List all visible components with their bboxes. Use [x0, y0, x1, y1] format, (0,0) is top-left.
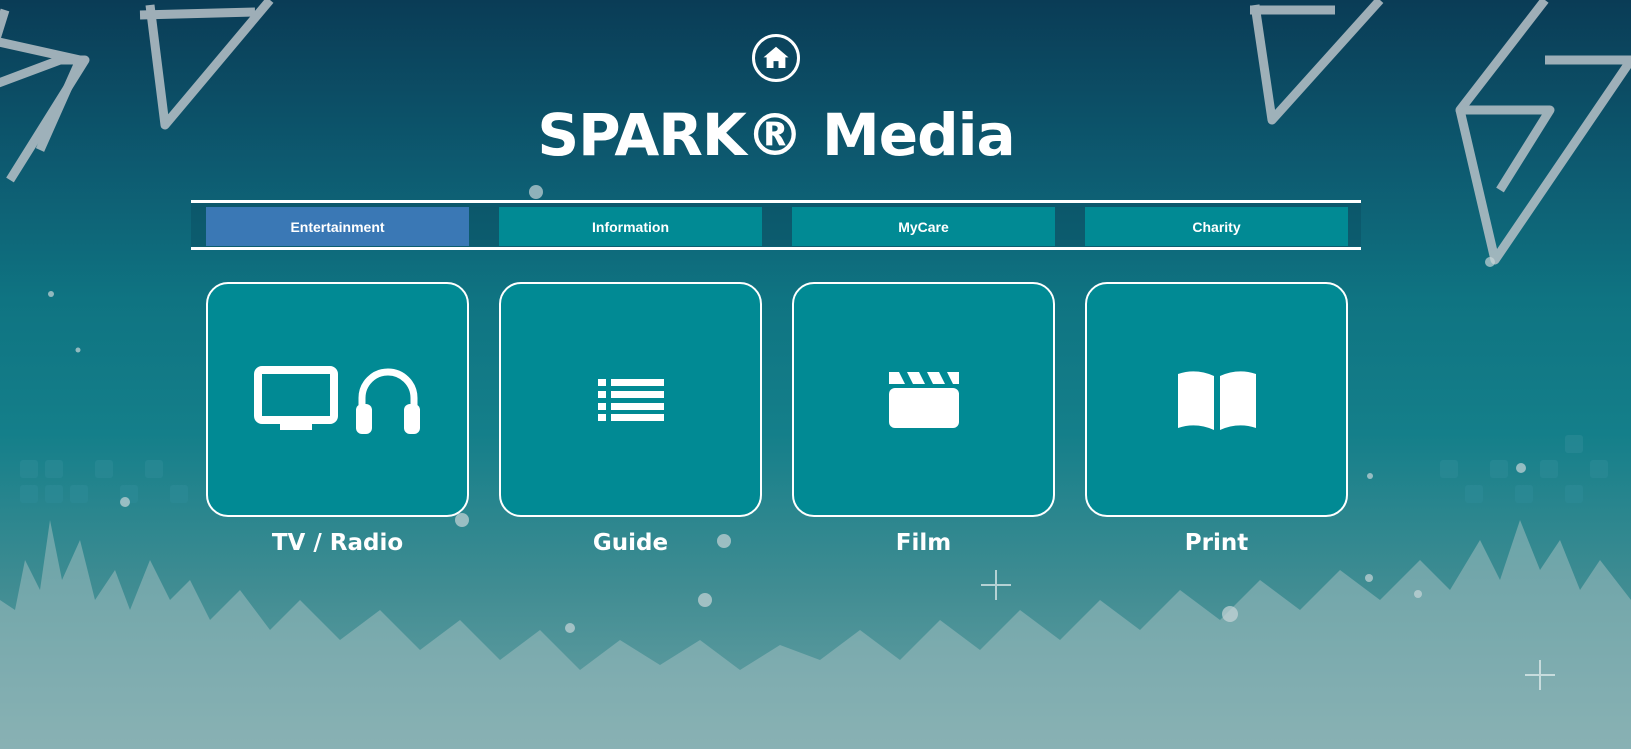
- tile-guide[interactable]: [499, 282, 762, 517]
- tile-label-tv-radio[interactable]: TV / Radio: [206, 530, 469, 556]
- home-button[interactable]: [752, 34, 800, 82]
- tile-tv-radio[interactable]: [206, 282, 469, 517]
- tab-charity[interactable]: Charity: [1085, 207, 1348, 246]
- page-title: SPARK® Media: [537, 101, 1015, 169]
- tab-mycare[interactable]: MyCare: [792, 207, 1055, 246]
- tile-label-guide[interactable]: Guide: [499, 530, 762, 556]
- tile-label-print[interactable]: Print: [1085, 530, 1348, 556]
- tile-print[interactable]: [1085, 282, 1348, 517]
- home-icon: [763, 46, 789, 68]
- category-nav: Entertainment Information MyCare Charity: [191, 200, 1361, 250]
- tab-entertainment[interactable]: Entertainment: [206, 207, 469, 246]
- headphones-icon: [355, 368, 420, 434]
- open-book-icon: [1177, 370, 1256, 430]
- tile-label-film[interactable]: Film: [792, 530, 1055, 556]
- tv-icon: [253, 365, 338, 430]
- tab-information[interactable]: Information: [499, 207, 762, 246]
- clapperboard-icon: [888, 371, 959, 428]
- list-icon: [597, 378, 664, 421]
- tile-film[interactable]: [792, 282, 1055, 517]
